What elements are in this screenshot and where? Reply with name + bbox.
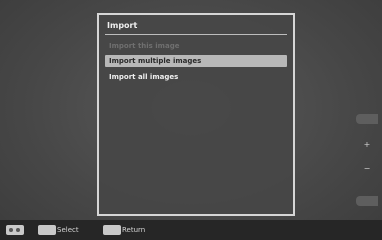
menu-item-import-multiple-images[interactable]: Import multiple images bbox=[105, 55, 287, 67]
zoom-plus-icon[interactable]: + bbox=[354, 140, 380, 149]
back-key-icon bbox=[103, 225, 121, 235]
footer-bar: Select Return bbox=[0, 220, 382, 240]
memory-card-icon bbox=[6, 225, 24, 235]
side-back-button[interactable] bbox=[356, 196, 378, 206]
import-dialog: Import Import this image Import multiple… bbox=[97, 13, 295, 216]
dialog-title: Import bbox=[107, 21, 138, 30]
title-divider bbox=[105, 34, 287, 35]
side-zoom-control[interactable]: + − bbox=[354, 140, 380, 176]
menu-item-import-this-image: Import this image bbox=[109, 42, 180, 50]
menu-item-import-all-images[interactable]: Import all images bbox=[105, 71, 287, 83]
zoom-minus-icon[interactable]: − bbox=[354, 164, 380, 173]
side-menu-button[interactable] bbox=[356, 114, 378, 124]
enter-key-icon bbox=[38, 225, 56, 235]
footer-return-label: Return bbox=[122, 226, 146, 234]
device-screen: Import Import this image Import multiple… bbox=[0, 0, 382, 240]
footer-select-label: Select bbox=[57, 226, 79, 234]
